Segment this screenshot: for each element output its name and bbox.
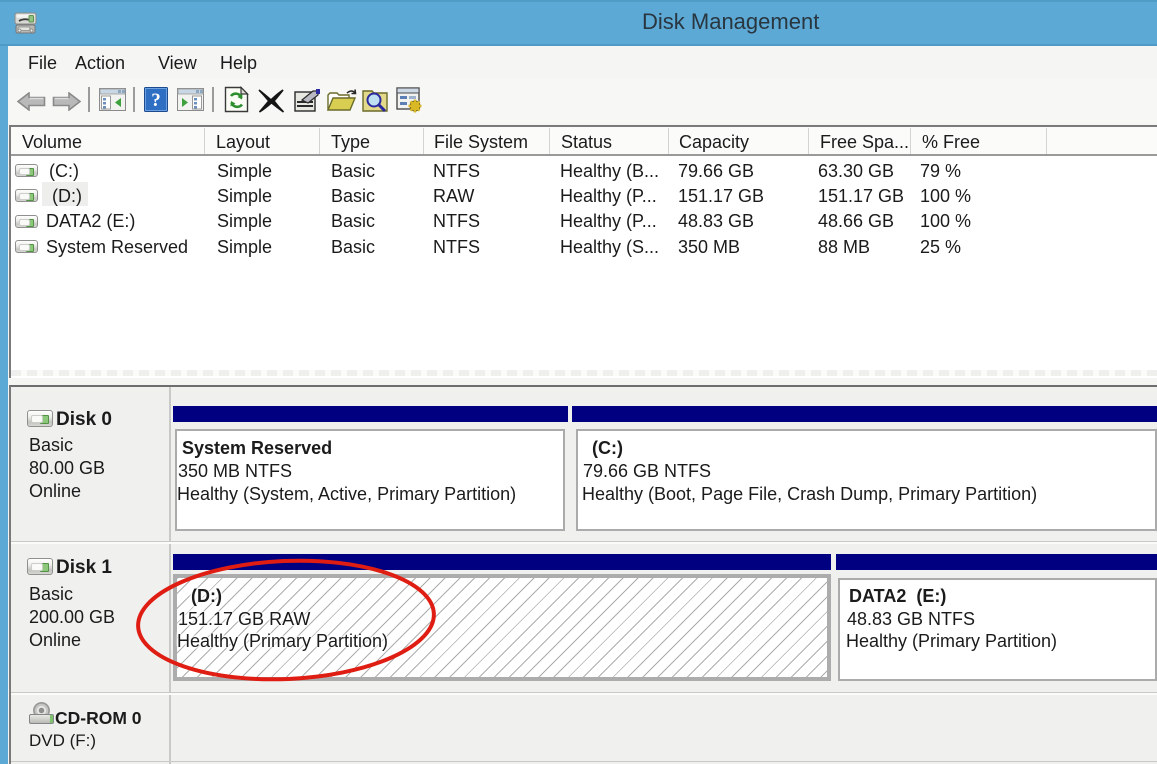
svg-text:?: ?	[151, 90, 161, 111]
